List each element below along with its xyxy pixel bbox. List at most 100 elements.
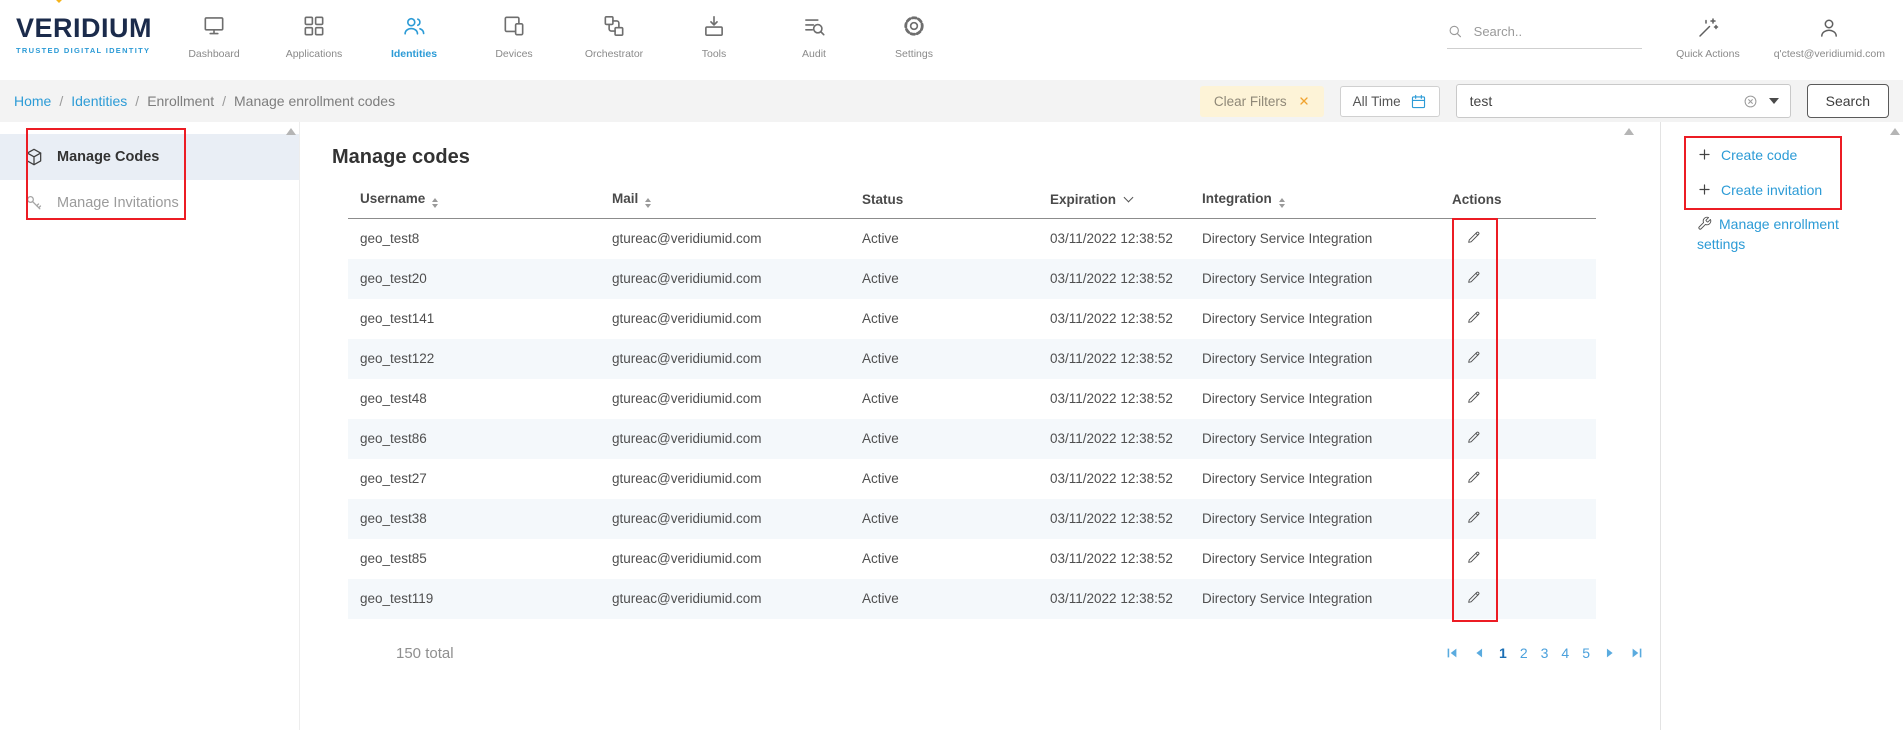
manage-enrollment-settings-label: Manage enrollment settings	[1697, 216, 1839, 252]
pencil-icon	[1466, 589, 1482, 605]
cell-mail: gtureac@veridiumid.com	[600, 339, 850, 379]
table-row: geo_test27 gtureac@veridiumid.com Active…	[348, 459, 1596, 499]
cell-actions	[1440, 499, 1596, 539]
breadcrumb-identities[interactable]: Identities	[71, 93, 127, 109]
nav-label: Dashboard	[188, 48, 239, 60]
quick-actions-button[interactable]: Quick Actions	[1676, 16, 1740, 60]
global-search	[1447, 22, 1642, 49]
cell-integration: Directory Service Integration	[1190, 259, 1440, 299]
nav-item-tools[interactable]: Tools	[664, 0, 764, 80]
sidebar-item-manage-invitations[interactable]: Manage Invitations	[0, 180, 299, 226]
cell-integration: Directory Service Integration	[1190, 459, 1440, 499]
nav-label: Settings	[895, 48, 933, 60]
cell-actions	[1440, 579, 1596, 619]
cell-expiration: 03/11/2022 12:38:52	[1038, 339, 1190, 379]
page-number-3[interactable]: 3	[1541, 645, 1549, 661]
search-button[interactable]: Search	[1807, 84, 1889, 118]
nav-item-settings[interactable]: Settings	[864, 0, 964, 80]
column-header-expiration[interactable]: Expiration	[1038, 191, 1190, 219]
table-row: geo_test86 gtureac@veridiumid.com Active…	[348, 419, 1596, 459]
user-menu[interactable]: q'ctest@veridiumid.com	[1774, 16, 1885, 60]
content-area: Manage Codes Manage Invitations Manage c…	[0, 122, 1903, 730]
edit-code-button[interactable]	[1460, 387, 1488, 410]
edit-code-button[interactable]	[1460, 427, 1488, 450]
codes-table-body: geo_test8 gtureac@veridiumid.com Active …	[348, 219, 1596, 619]
magic-wand-icon	[1696, 16, 1720, 40]
codes-table-wrap: Username Mail Status Expiration Integrat…	[348, 191, 1660, 662]
nav-item-dashboard[interactable]: Dashboard	[164, 0, 264, 80]
close-icon[interactable]	[1298, 95, 1310, 107]
cell-username: geo_test27	[348, 459, 600, 499]
edit-code-button[interactable]	[1460, 587, 1488, 610]
sidebar-item-manage-codes[interactable]: Manage Codes	[0, 134, 299, 180]
breadcrumb: Home / Identities / Enrollment / Manage …	[14, 93, 395, 109]
clear-filters-button[interactable]: Clear Filters	[1200, 86, 1324, 117]
page-number-2[interactable]: 2	[1520, 645, 1528, 661]
create-invitation-link[interactable]: Create invitation	[1697, 179, 1903, 200]
nav-item-identities[interactable]: Identities	[364, 0, 464, 80]
nav-item-audit[interactable]: Audit	[764, 0, 864, 80]
edit-code-button[interactable]	[1460, 267, 1488, 290]
scroll-up-icon[interactable]	[1890, 128, 1900, 135]
breadcrumb-home[interactable]: Home	[14, 93, 51, 109]
wrench-icon	[1697, 216, 1712, 231]
page-number-4[interactable]: 4	[1561, 645, 1569, 661]
column-header-username[interactable]: Username	[348, 191, 600, 219]
cell-mail: gtureac@veridiumid.com	[600, 499, 850, 539]
prev-page-button[interactable]	[1472, 646, 1486, 660]
tools-icon	[701, 13, 727, 39]
column-header-integration[interactable]: Integration	[1190, 191, 1440, 219]
cell-status: Active	[850, 419, 1038, 459]
cell-expiration: 03/11/2022 12:38:52	[1038, 299, 1190, 339]
column-header-status: Status	[850, 191, 1038, 219]
logo-tagline: TRUSTED DIGITAL IDENTITY	[16, 46, 152, 55]
page-number-1[interactable]: 1	[1499, 645, 1507, 661]
search-icon	[1447, 22, 1464, 41]
next-page-button[interactable]	[1603, 646, 1617, 660]
nav-item-applications[interactable]: Applications	[264, 0, 364, 80]
edit-code-button[interactable]	[1460, 307, 1488, 330]
scroll-up-icon[interactable]	[1624, 128, 1634, 135]
plus-icon	[1697, 147, 1712, 162]
sidebar-item-label: Manage Invitations	[57, 195, 179, 211]
keys-icon	[24, 193, 44, 213]
cell-mail: gtureac@veridiumid.com	[600, 379, 850, 419]
nav-label: Applications	[286, 48, 343, 60]
edit-code-button[interactable]	[1460, 227, 1488, 250]
cell-integration: Directory Service Integration	[1190, 379, 1440, 419]
time-range-button[interactable]: All Time	[1340, 86, 1440, 117]
scroll-up-icon[interactable]	[286, 128, 296, 135]
edit-code-button[interactable]	[1460, 547, 1488, 570]
breadcrumb-current: Manage enrollment codes	[234, 93, 395, 109]
first-page-button[interactable]	[1445, 646, 1459, 660]
filter-search-input[interactable]	[1468, 92, 1732, 110]
page-number-5[interactable]: 5	[1582, 645, 1590, 661]
cell-mail: gtureac@veridiumid.com	[600, 419, 850, 459]
dashboard-icon	[201, 13, 227, 39]
create-code-link[interactable]: Create code	[1697, 144, 1903, 165]
edit-code-button[interactable]	[1460, 507, 1488, 530]
cell-status: Active	[850, 579, 1038, 619]
cell-status: Active	[850, 499, 1038, 539]
main-nav: Dashboard Applications Identities Device…	[164, 0, 964, 80]
veridium-logo[interactable]: VERIDIUM TRUSTED DIGITAL IDENTITY	[0, 0, 152, 80]
sort-desc-icon	[1124, 193, 1134, 203]
main-scrollbar[interactable]	[1621, 122, 1636, 730]
manage-enrollment-settings-link[interactable]: Manage enrollment settings	[1697, 214, 1869, 255]
clear-search-icon[interactable]	[1743, 94, 1758, 109]
nav-item-devices[interactable]: Devices	[464, 0, 564, 80]
cell-username: geo_test141	[348, 299, 600, 339]
cell-username: geo_test122	[348, 339, 600, 379]
column-header-mail[interactable]: Mail	[600, 191, 850, 219]
global-search-input[interactable]	[1472, 23, 1642, 40]
sidebar-scrollbar[interactable]	[283, 122, 298, 730]
filter-search-box	[1456, 84, 1791, 118]
edit-code-button[interactable]	[1460, 347, 1488, 370]
nav-item-orchestrator[interactable]: Orchestrator	[564, 0, 664, 80]
plus-icon	[1697, 182, 1712, 197]
clear-filters-label: Clear Filters	[1214, 94, 1287, 109]
right-scrollbar[interactable]	[1887, 122, 1902, 730]
edit-code-button[interactable]	[1460, 467, 1488, 490]
search-options-caret-icon[interactable]	[1769, 98, 1779, 104]
table-row: geo_test38 gtureac@veridiumid.com Active…	[348, 499, 1596, 539]
